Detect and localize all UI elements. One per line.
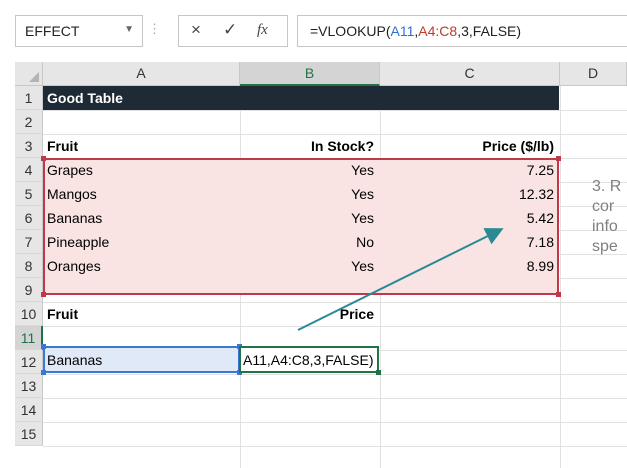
- side-note-line-3: info: [592, 218, 618, 235]
- side-note-line-2: cor: [592, 198, 615, 215]
- side-note-line-1: 3. R: [592, 178, 622, 195]
- side-note-line-4: spe: [592, 238, 618, 255]
- arrow-annotation: [297, 228, 504, 331]
